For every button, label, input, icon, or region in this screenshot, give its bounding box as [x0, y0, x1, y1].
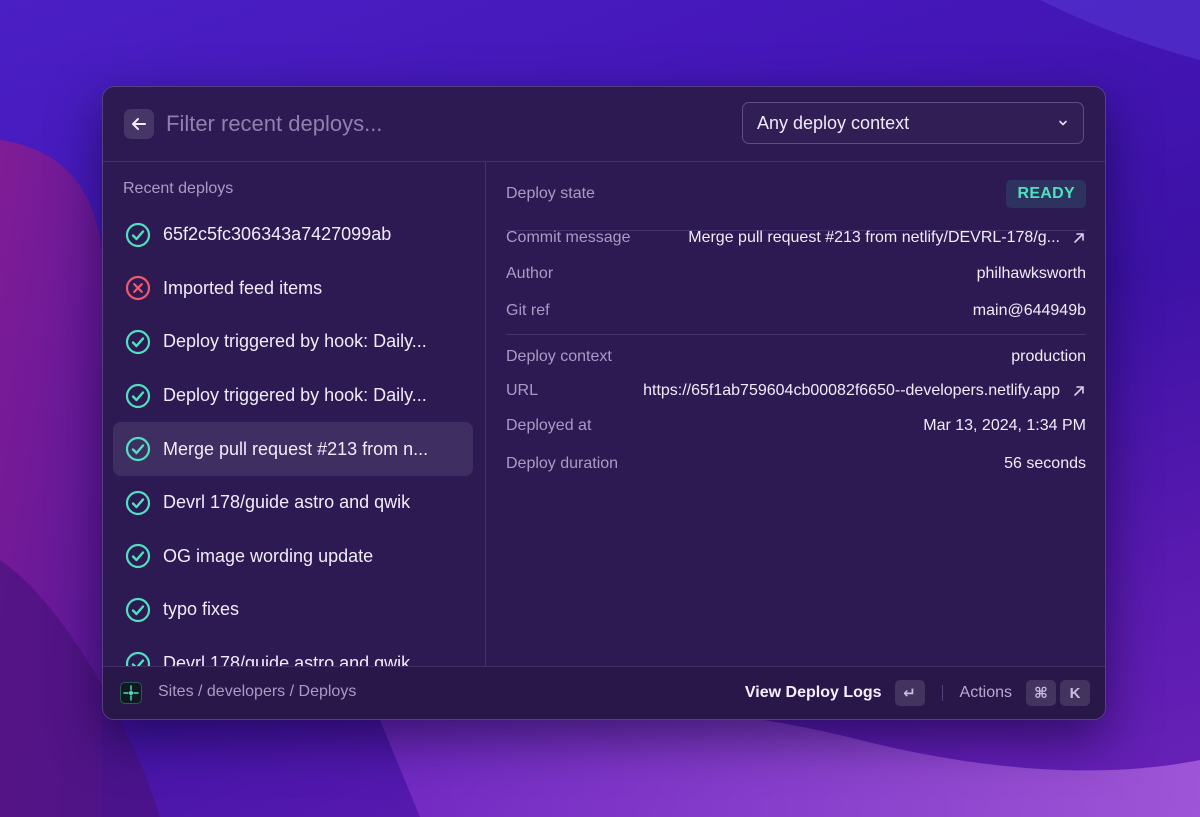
- deploy-list-item[interactable]: Imported feed items: [113, 262, 473, 316]
- deploy-context-select[interactable]: Any deploy context: [742, 102, 1084, 144]
- deploy-list-item[interactable]: OG image wording update: [113, 530, 473, 584]
- deploy-list-item-label: Deploy triggered by hook: Daily...: [163, 331, 427, 352]
- actions-button[interactable]: Actions: [960, 684, 1012, 702]
- deploy-list-item[interactable]: 65f2c5fc306343a7427099ab: [113, 208, 473, 262]
- deploy-context-label: Deploy context: [506, 348, 612, 365]
- divider: [506, 334, 1086, 335]
- recent-deploys-heading: Recent deploys: [123, 180, 234, 197]
- check-circle-icon: [125, 222, 151, 247]
- deploy-context-row: Deploy context production: [506, 348, 1086, 366]
- deploy-list-item-label: 65f2c5fc306343a7427099ab: [163, 224, 392, 245]
- deploy-list-item-label: Deploy triggered by hook: Daily...: [163, 385, 427, 406]
- deployed-at-value: Mar 13, 2024, 1:34 PM: [923, 417, 1086, 434]
- netlify-logo-icon: [120, 682, 142, 704]
- deployed-at-row: Deployed at Mar 13, 2024, 1:34 PM: [506, 417, 1086, 435]
- footer-actions: View Deploy Logs ↵ Actions ⌘ K: [745, 680, 1090, 706]
- author-label: Author: [506, 265, 554, 282]
- deploy-details-pane: Deploy state READY Commit message Merge p…: [486, 162, 1105, 668]
- view-deploy-logs-button[interactable]: View Deploy Logs: [745, 684, 882, 702]
- deploy-context-select-value: Any deploy context: [757, 112, 910, 133]
- enter-key-hint: ↵: [894, 680, 925, 706]
- deploy-duration-label: Deploy duration: [506, 455, 619, 472]
- deploy-list-item-label: Devrl 178/guide astro and qwik: [163, 492, 411, 513]
- external-link-icon[interactable]: [1072, 384, 1086, 398]
- url-label: URL: [506, 382, 539, 399]
- author-row: Author philhawksworth: [506, 265, 1086, 283]
- url-row[interactable]: URL https://65f1ab759604cb00082f6650--dev…: [506, 382, 1086, 400]
- check-circle-icon: [125, 490, 151, 515]
- status-badge: READY: [1006, 180, 1086, 208]
- back-button[interactable]: [124, 109, 154, 139]
- deploy-duration-value: 56 seconds: [1004, 455, 1086, 472]
- deploy-list-item[interactable]: typo fixes: [113, 583, 473, 637]
- git-ref-row: Git ref main@644949b: [506, 302, 1086, 320]
- palette-footer: Sites / developers / Deploys View Deploy…: [103, 666, 1105, 719]
- check-circle-icon: [125, 383, 151, 408]
- git-ref-value: main@644949b: [972, 302, 1086, 319]
- deploys-command-palette: Any deploy context Recent deploys 65f2c5…: [102, 86, 1106, 720]
- author-value: philhawksworth: [976, 265, 1086, 282]
- commit-message-label: Commit message: [506, 229, 631, 246]
- git-ref-label: Git ref: [506, 302, 550, 319]
- check-circle-icon: [125, 437, 151, 462]
- chevron-down-icon: [1059, 120, 1067, 126]
- breadcrumb[interactable]: Sites / developers / Deploys: [158, 683, 356, 701]
- deploy-list-item[interactable]: Deploy triggered by hook: Daily...: [113, 369, 473, 423]
- deploy-duration-row: Deploy duration 56 seconds: [506, 455, 1086, 473]
- deploy-list-item[interactable]: Merge pull request #213 from n...: [113, 422, 473, 476]
- commit-message-value[interactable]: Merge pull request #213 from netlify/DEV…: [688, 229, 1086, 247]
- arrow-left-icon: [132, 118, 146, 130]
- check-circle-icon: [125, 329, 151, 355]
- divider: [941, 685, 943, 701]
- deploy-list-item[interactable]: Devrl 178/guide astro and qwik: [113, 476, 473, 530]
- deploy-list-item-label: OG image wording update: [163, 545, 374, 566]
- url-value[interactable]: https://65f1ab759604cb00082f6650--develo…: [643, 382, 1086, 400]
- deploy-list-item[interactable]: Devrl 178/guide astro and qwik: [113, 637, 473, 668]
- deploy-context-value: production: [1011, 348, 1086, 365]
- deploy-list-item-label: Imported feed items: [163, 277, 323, 298]
- deploy-list-item-label: typo fixes: [163, 599, 240, 620]
- palette-header: Any deploy context: [103, 87, 1105, 162]
- check-circle-icon: [125, 597, 151, 623]
- external-link-icon[interactable]: [1072, 231, 1086, 245]
- commit-message-text: Merge pull request #213 from netlify/DEV…: [688, 229, 1060, 246]
- k-key-hint: K: [1060, 680, 1090, 706]
- check-circle-icon: [125, 544, 151, 569]
- url-text: https://65f1ab759604cb00082f6650--develo…: [643, 382, 1060, 399]
- deploy-list-item-label: Merge pull request #213 from n...: [163, 438, 429, 459]
- commit-message-row[interactable]: Commit message Merge pull request #213 fr…: [506, 229, 1086, 247]
- deploy-list-item[interactable]: Deploy triggered by hook: Daily...: [113, 315, 473, 369]
- cmd-key-hint: ⌘: [1026, 680, 1056, 706]
- deploy-state-label: Deploy state: [506, 185, 595, 202]
- deploy-state-row: Deploy state READY: [506, 180, 1086, 208]
- deployed-at-label: Deployed at: [506, 417, 592, 434]
- filter-deploys-input[interactable]: [166, 107, 706, 141]
- recent-deploys-pane: Recent deploys 65f2c5fc306343a7427099ab I…: [103, 162, 486, 668]
- x-circle-icon: [125, 276, 151, 301]
- recent-deploys-list: 65f2c5fc306343a7427099ab Imported feed it…: [113, 208, 473, 668]
